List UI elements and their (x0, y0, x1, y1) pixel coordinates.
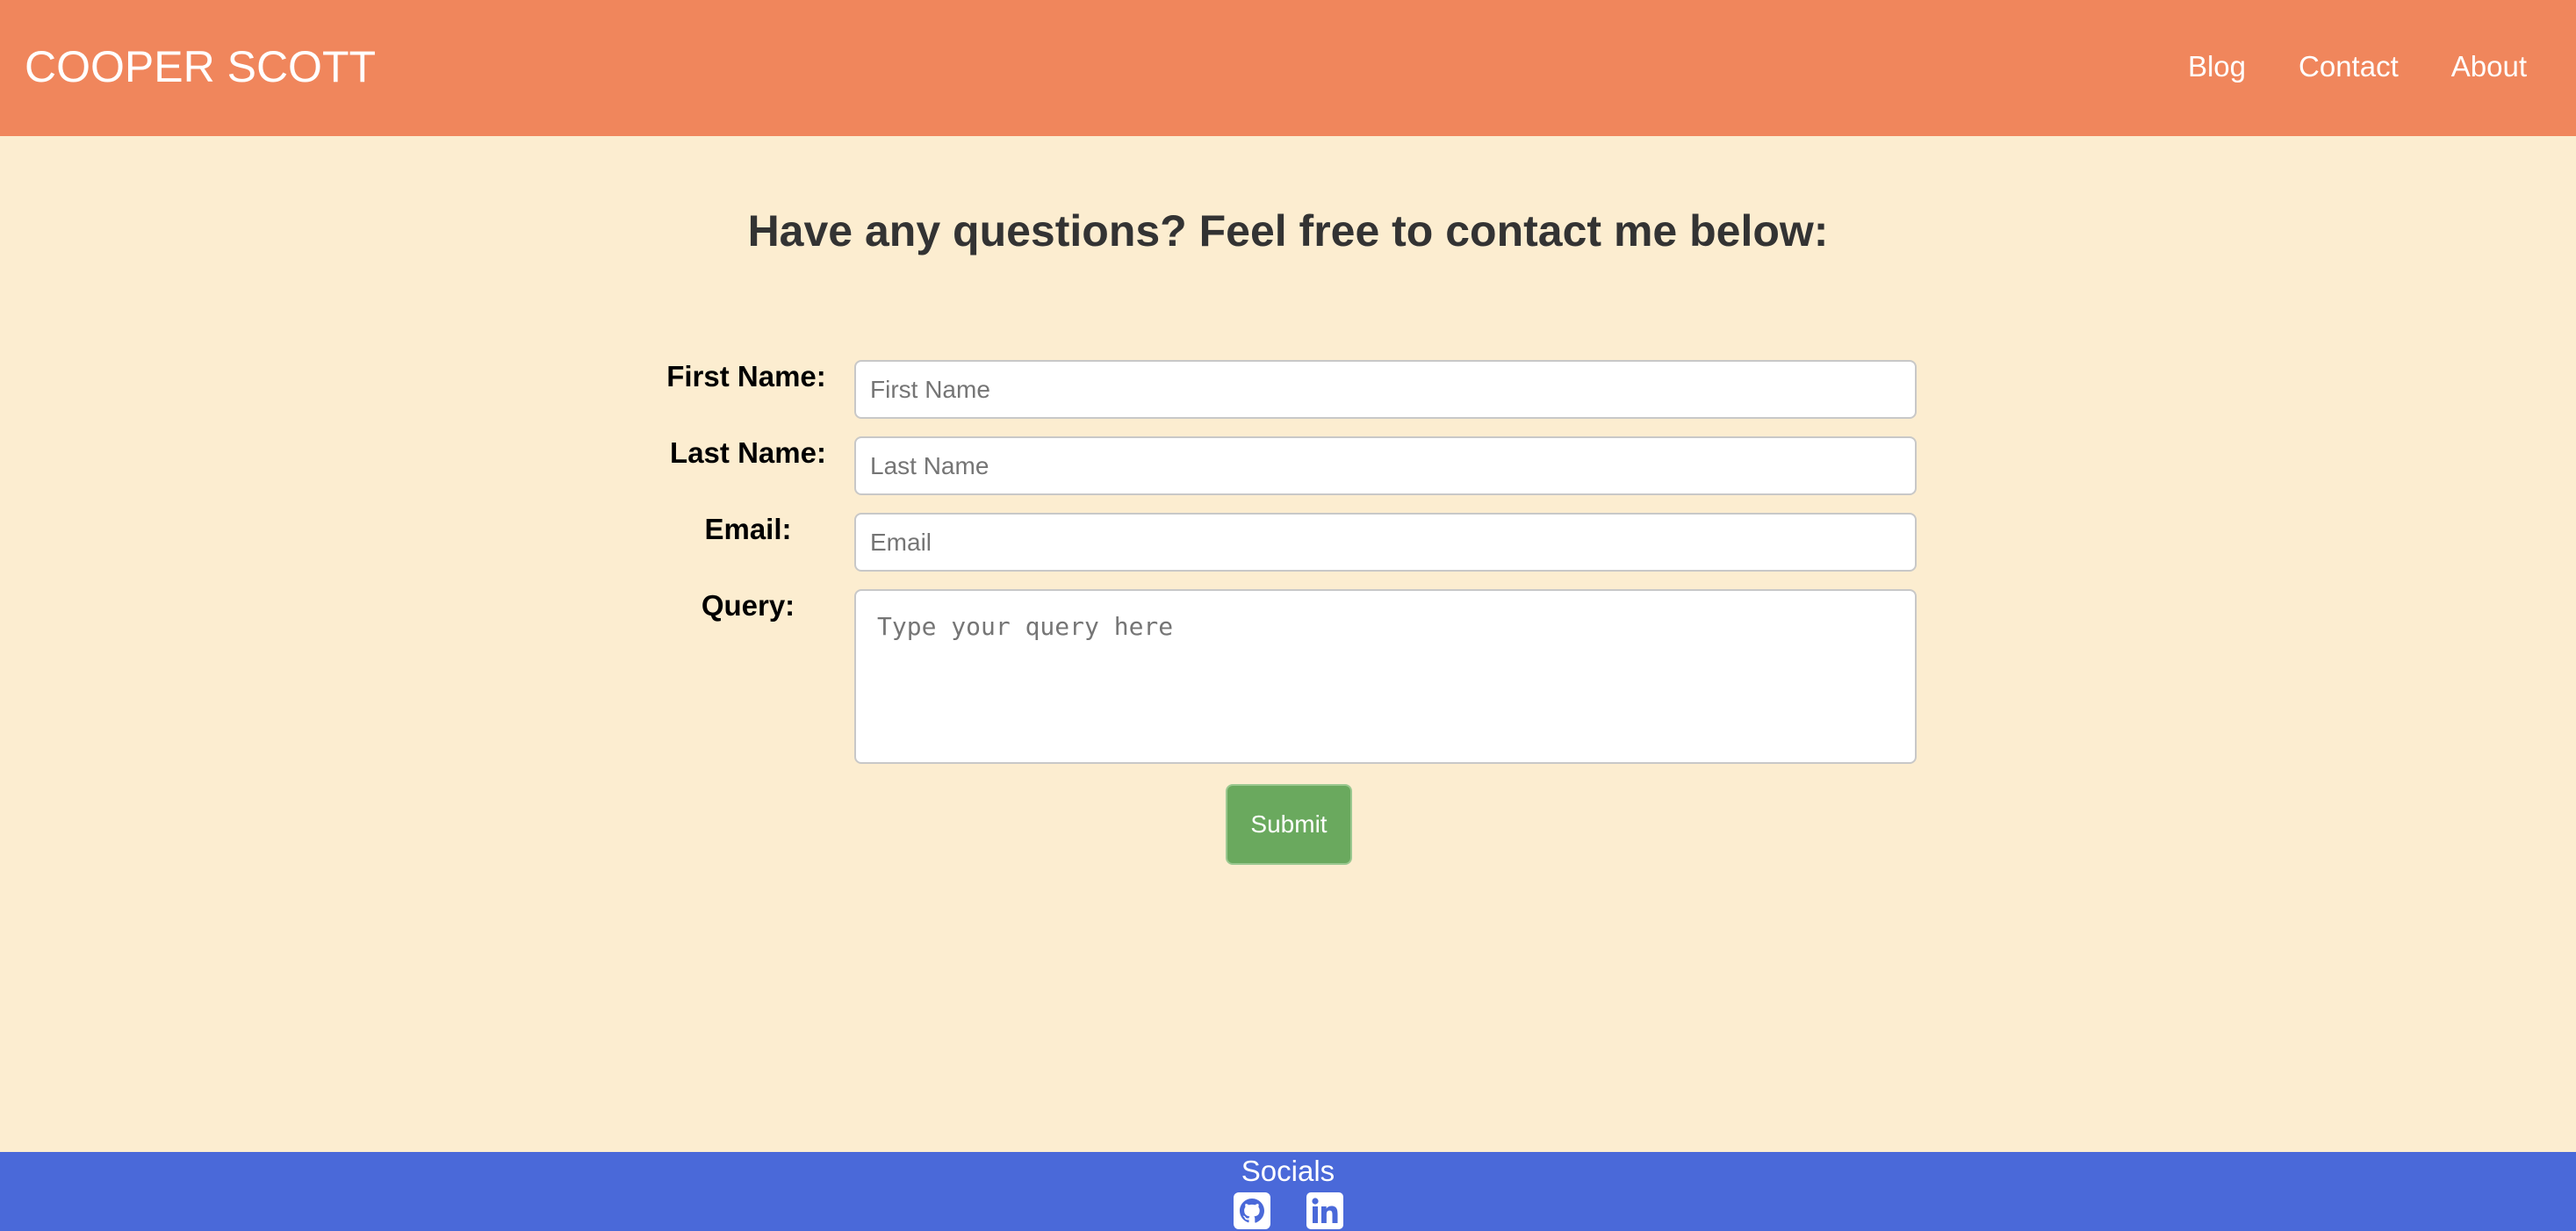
page-heading: Have any questions? Feel free to contact… (747, 206, 1829, 256)
submit-button[interactable]: Submit (1226, 784, 1352, 865)
nav-link-blog[interactable]: Blog (2188, 44, 2246, 90)
last-name-label: Last Name: (670, 436, 826, 469)
nav-link-about[interactable]: About (2451, 44, 2527, 90)
site-footer: Socials (0, 1152, 2576, 1231)
footer-title: Socials (1241, 1155, 1335, 1187)
site-header: COOPER SCOTT Blog Contact About (0, 0, 2576, 136)
github-icon[interactable] (1234, 1192, 1270, 1229)
main-nav: Blog Contact About (2188, 44, 2576, 90)
last-name-input[interactable] (854, 436, 1917, 495)
page: COOPER SCOTT Blog Contact About Have any… (0, 0, 2576, 1231)
first-name-label: First Name: (666, 360, 826, 392)
first-name-input[interactable] (854, 360, 1917, 419)
query-label: Query: (701, 589, 795, 622)
email-label: Email: (704, 513, 792, 545)
nav-link-contact[interactable]: Contact (2299, 44, 2399, 90)
linkedin-icon-graphic (1306, 1192, 1343, 1229)
email-input[interactable] (854, 513, 1917, 572)
query-textarea[interactable] (854, 589, 1917, 764)
github-icon-graphic (1234, 1192, 1270, 1229)
linkedin-icon[interactable] (1306, 1192, 1343, 1229)
brand-logo-link[interactable]: COOPER SCOTT (25, 39, 376, 95)
